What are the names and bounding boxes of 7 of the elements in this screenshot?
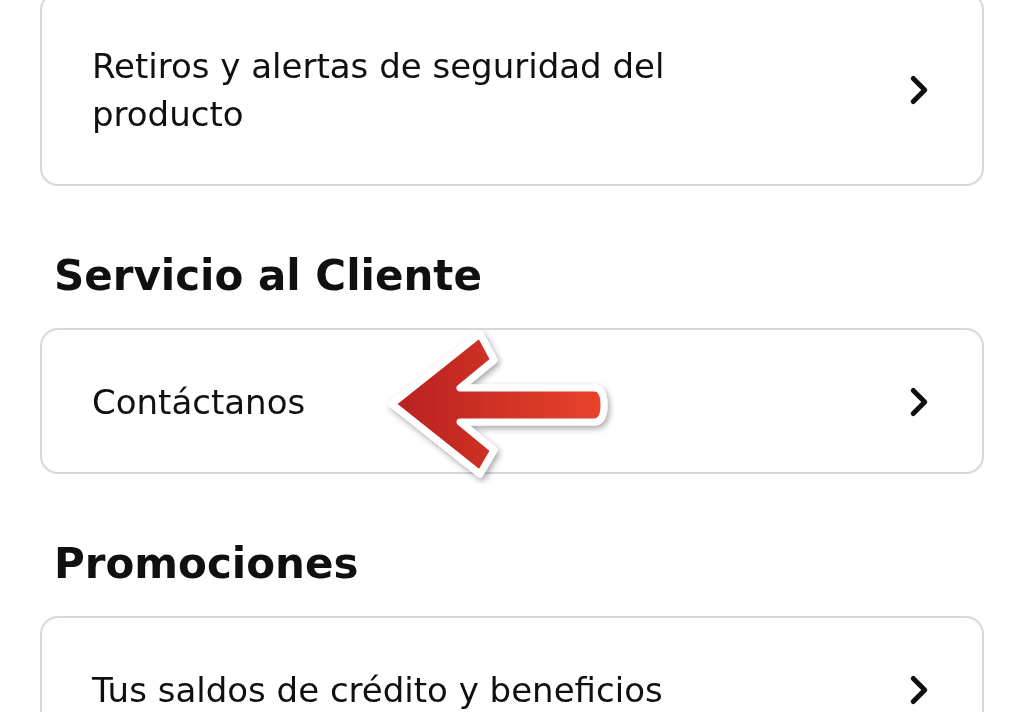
- menu-item-label: Retiros y alertas de seguridad del producto: [92, 45, 666, 136]
- menu-item[interactable]: Tus saldos de crédito y beneficios: [40, 616, 984, 712]
- section-heading: Promociones: [54, 538, 360, 590]
- menu-item-label: Tus saldos de crédito y beneficios: [92, 669, 664, 712]
- menu-item-label: Contáctanos: [92, 381, 307, 424]
- section-heading: Servicio al Cliente: [54, 250, 483, 302]
- menu-item[interactable]: Retiros y alertas de seguridad del producto: [40, 0, 984, 186]
